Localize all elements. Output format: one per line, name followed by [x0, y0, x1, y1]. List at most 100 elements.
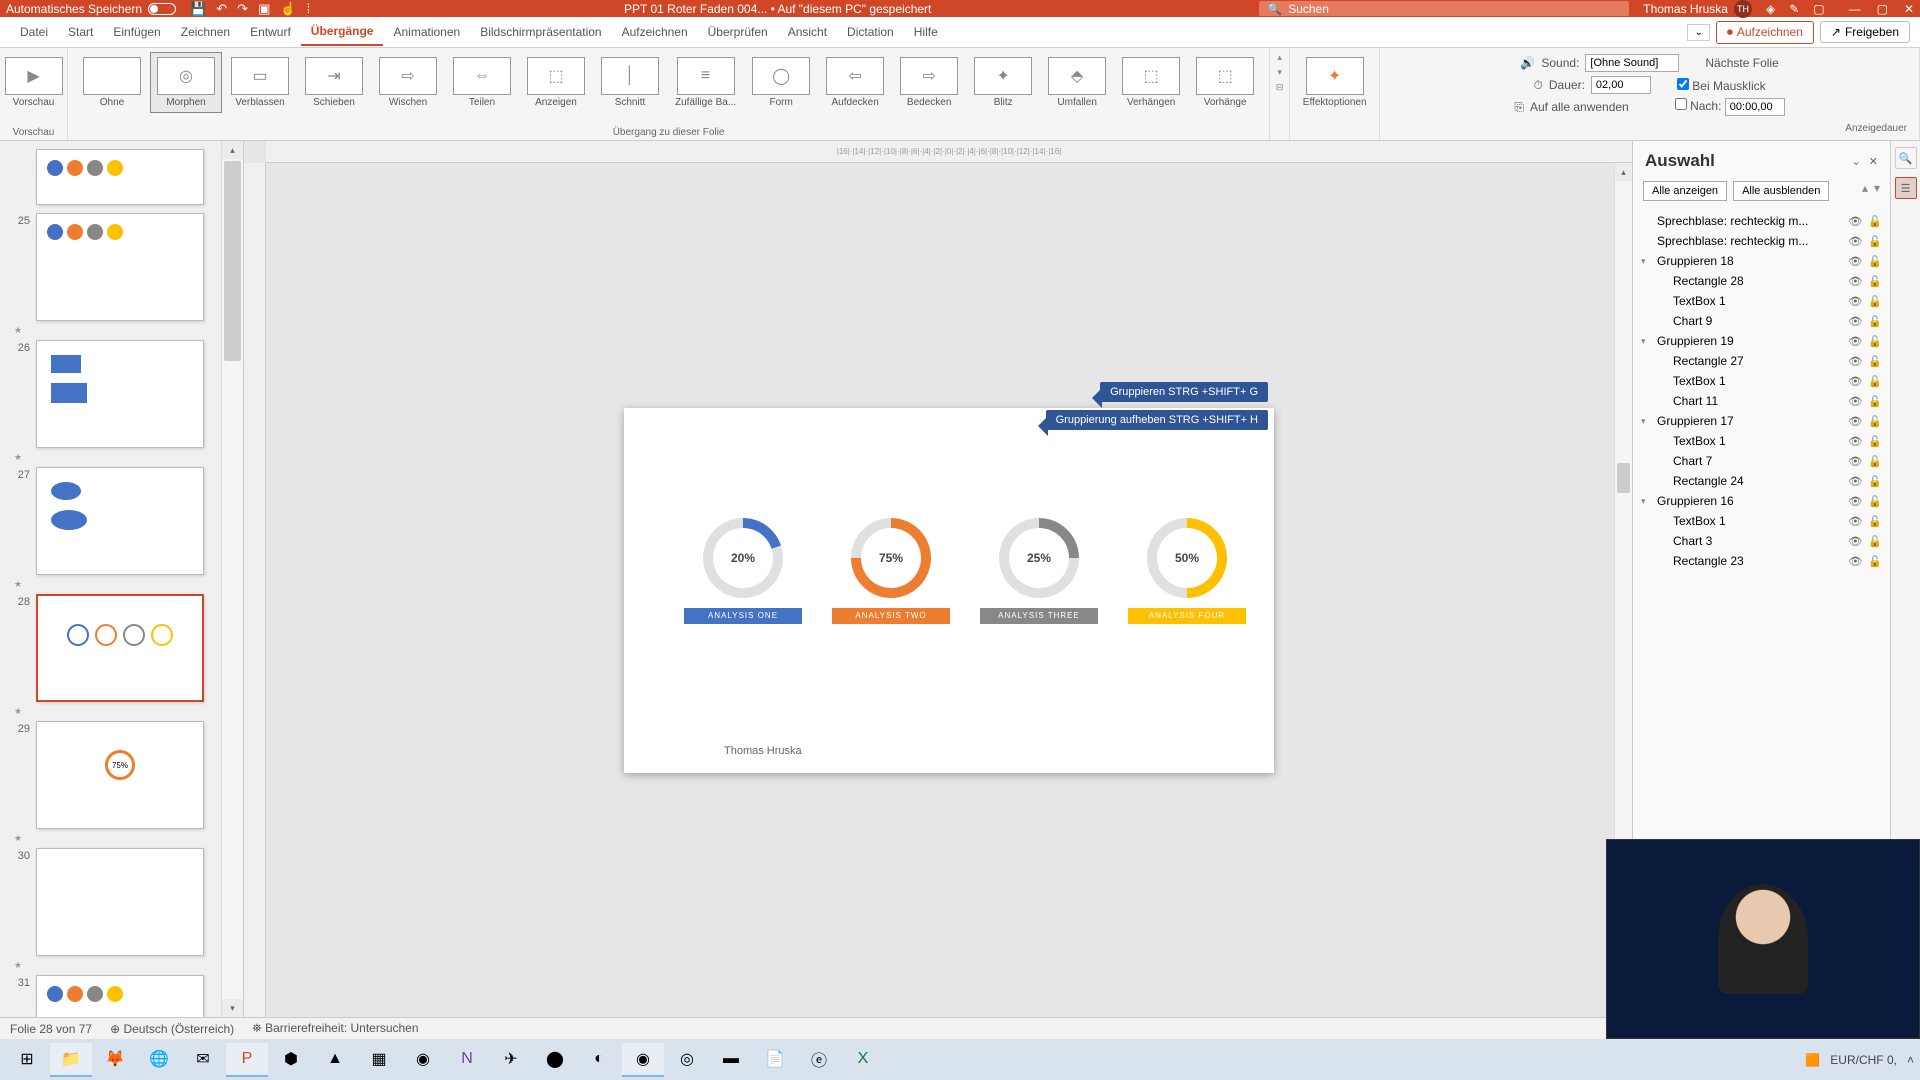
transition-schieben[interactable]: ⇥Schieben: [298, 52, 370, 113]
record-button[interactable]: ⏺Aufzeichnen: [1716, 21, 1814, 44]
tab-animationen[interactable]: Animationen: [383, 19, 470, 45]
lock-icon[interactable]: 🔓: [1868, 235, 1882, 248]
scroll-up-icon[interactable]: ▴: [1615, 163, 1632, 181]
visibility-icon[interactable]: 👁: [1848, 215, 1862, 228]
undo-icon[interactable]: ↶: [216, 1, 227, 17]
lock-icon[interactable]: 🔓: [1868, 555, 1882, 568]
tab-start[interactable]: Start: [58, 19, 103, 45]
save-icon[interactable]: 💾: [190, 1, 206, 17]
donut-group-2[interactable]: 75% ANALYSIS TWO: [832, 518, 950, 624]
donut-group-4[interactable]: 50% ANALYSIS FOUR: [1128, 518, 1246, 624]
slide-thumbnail[interactable]: 75%: [36, 721, 204, 829]
touch-icon[interactable]: ☝: [280, 1, 296, 17]
expand-icon[interactable]: ▾: [1641, 496, 1651, 507]
firefox-icon[interactable]: 🦊: [94, 1043, 136, 1077]
thumbnails-scrollbar[interactable]: ▴ ▾: [221, 141, 243, 1017]
visibility-icon[interactable]: 👁: [1848, 235, 1862, 248]
excel-icon[interactable]: X: [842, 1043, 884, 1077]
move-down-icon[interactable]: ▾: [1874, 181, 1880, 201]
search-box[interactable]: 🔍 Suchen: [1259, 1, 1629, 16]
lock-icon[interactable]: 🔓: [1868, 335, 1882, 348]
vlc-icon[interactable]: ▲: [314, 1043, 356, 1077]
expand-icon[interactable]: ▾: [1641, 336, 1651, 347]
redo-icon[interactable]: ↷: [237, 1, 248, 17]
window-icon[interactable]: ▢: [1813, 2, 1824, 16]
selection-item[interactable]: TextBox 1👁🔓: [1633, 291, 1890, 311]
system-tray[interactable]: 🟧 EUR/CHF 0, ˄: [1805, 1053, 1914, 1067]
visibility-icon[interactable]: 👁: [1848, 535, 1862, 548]
language-status[interactable]: ⊕ Deutsch (Österreich): [110, 1022, 234, 1036]
tab-aufzeichnen[interactable]: Aufzeichnen: [612, 19, 698, 45]
lock-icon[interactable]: 🔓: [1868, 375, 1882, 388]
start-button[interactable]: ⊞: [6, 1043, 48, 1077]
selection-item[interactable]: ▾Gruppieren 19👁🔓: [1633, 331, 1890, 351]
gallery-up-icon[interactable]: ▴: [1277, 52, 1282, 63]
scroll-down-icon[interactable]: ▾: [222, 999, 243, 1017]
transition-bedecken[interactable]: ⇨Bedecken: [893, 52, 965, 113]
app-icon[interactable]: ◎: [666, 1043, 708, 1077]
lock-icon[interactable]: 🔓: [1868, 475, 1882, 488]
lock-icon[interactable]: 🔓: [1868, 535, 1882, 548]
user-account[interactable]: Thomas Hruska TH: [1643, 0, 1752, 18]
selection-item[interactable]: Rectangle 24👁🔓: [1633, 471, 1890, 491]
chrome-icon[interactable]: 🌐: [138, 1043, 180, 1077]
tray-icon[interactable]: 🟧: [1805, 1053, 1820, 1067]
telegram-icon[interactable]: ✈: [490, 1043, 532, 1077]
share-button[interactable]: ↗Freigeben: [1820, 21, 1910, 43]
selection-item[interactable]: Rectangle 28👁🔓: [1633, 271, 1890, 291]
visibility-icon[interactable]: 👁: [1848, 275, 1862, 288]
expand-icon[interactable]: ▾: [1641, 416, 1651, 427]
selection-item[interactable]: Chart 3👁🔓: [1633, 531, 1890, 551]
tab-einfügen[interactable]: Einfügen: [103, 19, 170, 45]
transition-anzeigen[interactable]: ⬚Anzeigen: [520, 52, 592, 113]
selection-item[interactable]: TextBox 1👁🔓: [1633, 371, 1890, 391]
callout-group[interactable]: Gruppieren STRG +SHIFT+ G: [1100, 382, 1268, 402]
transition-aufdecken[interactable]: ⇦Aufdecken: [819, 52, 891, 113]
gallery-more-icon[interactable]: ⊟: [1276, 82, 1284, 93]
lock-icon[interactable]: 🔓: [1868, 395, 1882, 408]
transition-verhngen[interactable]: ⬚Verhängen: [1115, 52, 1187, 113]
pane-close-icon[interactable]: ✕: [1869, 155, 1878, 168]
visibility-icon[interactable]: 👁: [1848, 495, 1862, 508]
app-icon[interactable]: ⬤: [534, 1043, 576, 1077]
visibility-icon[interactable]: 👁: [1848, 435, 1862, 448]
slide-thumbnail[interactable]: [36, 213, 204, 321]
slide-thumbnail[interactable]: [36, 340, 204, 448]
transition-teilen[interactable]: ⇔Teilen: [446, 52, 518, 113]
collapse-ribbon-icon[interactable]: ⌄: [1687, 24, 1709, 41]
tab-übergänge[interactable]: Übergänge: [301, 18, 384, 46]
search-panel-icon[interactable]: 🔍: [1895, 147, 1917, 169]
selection-item[interactable]: Rectangle 23👁🔓: [1633, 551, 1890, 571]
visibility-icon[interactable]: 👁: [1848, 355, 1862, 368]
transition-morphen[interactable]: ◎Morphen: [150, 52, 222, 113]
donut-group-3[interactable]: 25% ANALYSIS THREE: [980, 518, 1098, 624]
tab-hilfe[interactable]: Hilfe: [904, 19, 948, 45]
app-icon[interactable]: ⬢: [270, 1043, 312, 1077]
hide-all-button[interactable]: Alle ausblenden: [1733, 181, 1829, 201]
effect-options-button[interactable]: ✦Effektoptionen: [1296, 52, 1374, 113]
minimize-icon[interactable]: —: [1849, 2, 1861, 16]
tab-überprüfen[interactable]: Überprüfen: [698, 19, 778, 45]
tab-datei[interactable]: Datei: [10, 19, 58, 45]
transition-vorhnge[interactable]: ⬚Vorhänge: [1189, 52, 1261, 113]
tab-entwurf[interactable]: Entwurf: [240, 19, 301, 45]
lock-icon[interactable]: 🔓: [1868, 315, 1882, 328]
after-checkbox[interactable]: [1675, 98, 1687, 110]
gallery-down-icon[interactable]: ▾: [1277, 67, 1282, 78]
callout-ungroup[interactable]: Gruppierung aufheben STRG +SHIFT+ H: [1046, 410, 1268, 430]
slide-thumbnail[interactable]: [36, 594, 204, 702]
on-click-checkbox[interactable]: [1677, 78, 1689, 90]
preview-button[interactable]: ▶Vorschau: [0, 52, 70, 113]
tab-bildschirmpräsentation[interactable]: Bildschirmpräsentation: [470, 19, 611, 45]
app-icon[interactable]: ▬: [710, 1043, 752, 1077]
selection-item[interactable]: TextBox 1👁🔓: [1633, 511, 1890, 531]
visibility-icon[interactable]: 👁: [1848, 375, 1862, 388]
selection-item[interactable]: ▾Gruppieren 17👁🔓: [1633, 411, 1890, 431]
lock-icon[interactable]: 🔓: [1868, 455, 1882, 468]
app-icon[interactable]: ◐: [578, 1043, 620, 1077]
tray-up-icon[interactable]: ˄: [1907, 1053, 1914, 1067]
visibility-icon[interactable]: 👁: [1848, 295, 1862, 308]
slide-thumbnail[interactable]: [36, 149, 204, 205]
slide-thumbnail[interactable]: [36, 975, 204, 1017]
maximize-icon[interactable]: ▢: [1877, 2, 1888, 16]
